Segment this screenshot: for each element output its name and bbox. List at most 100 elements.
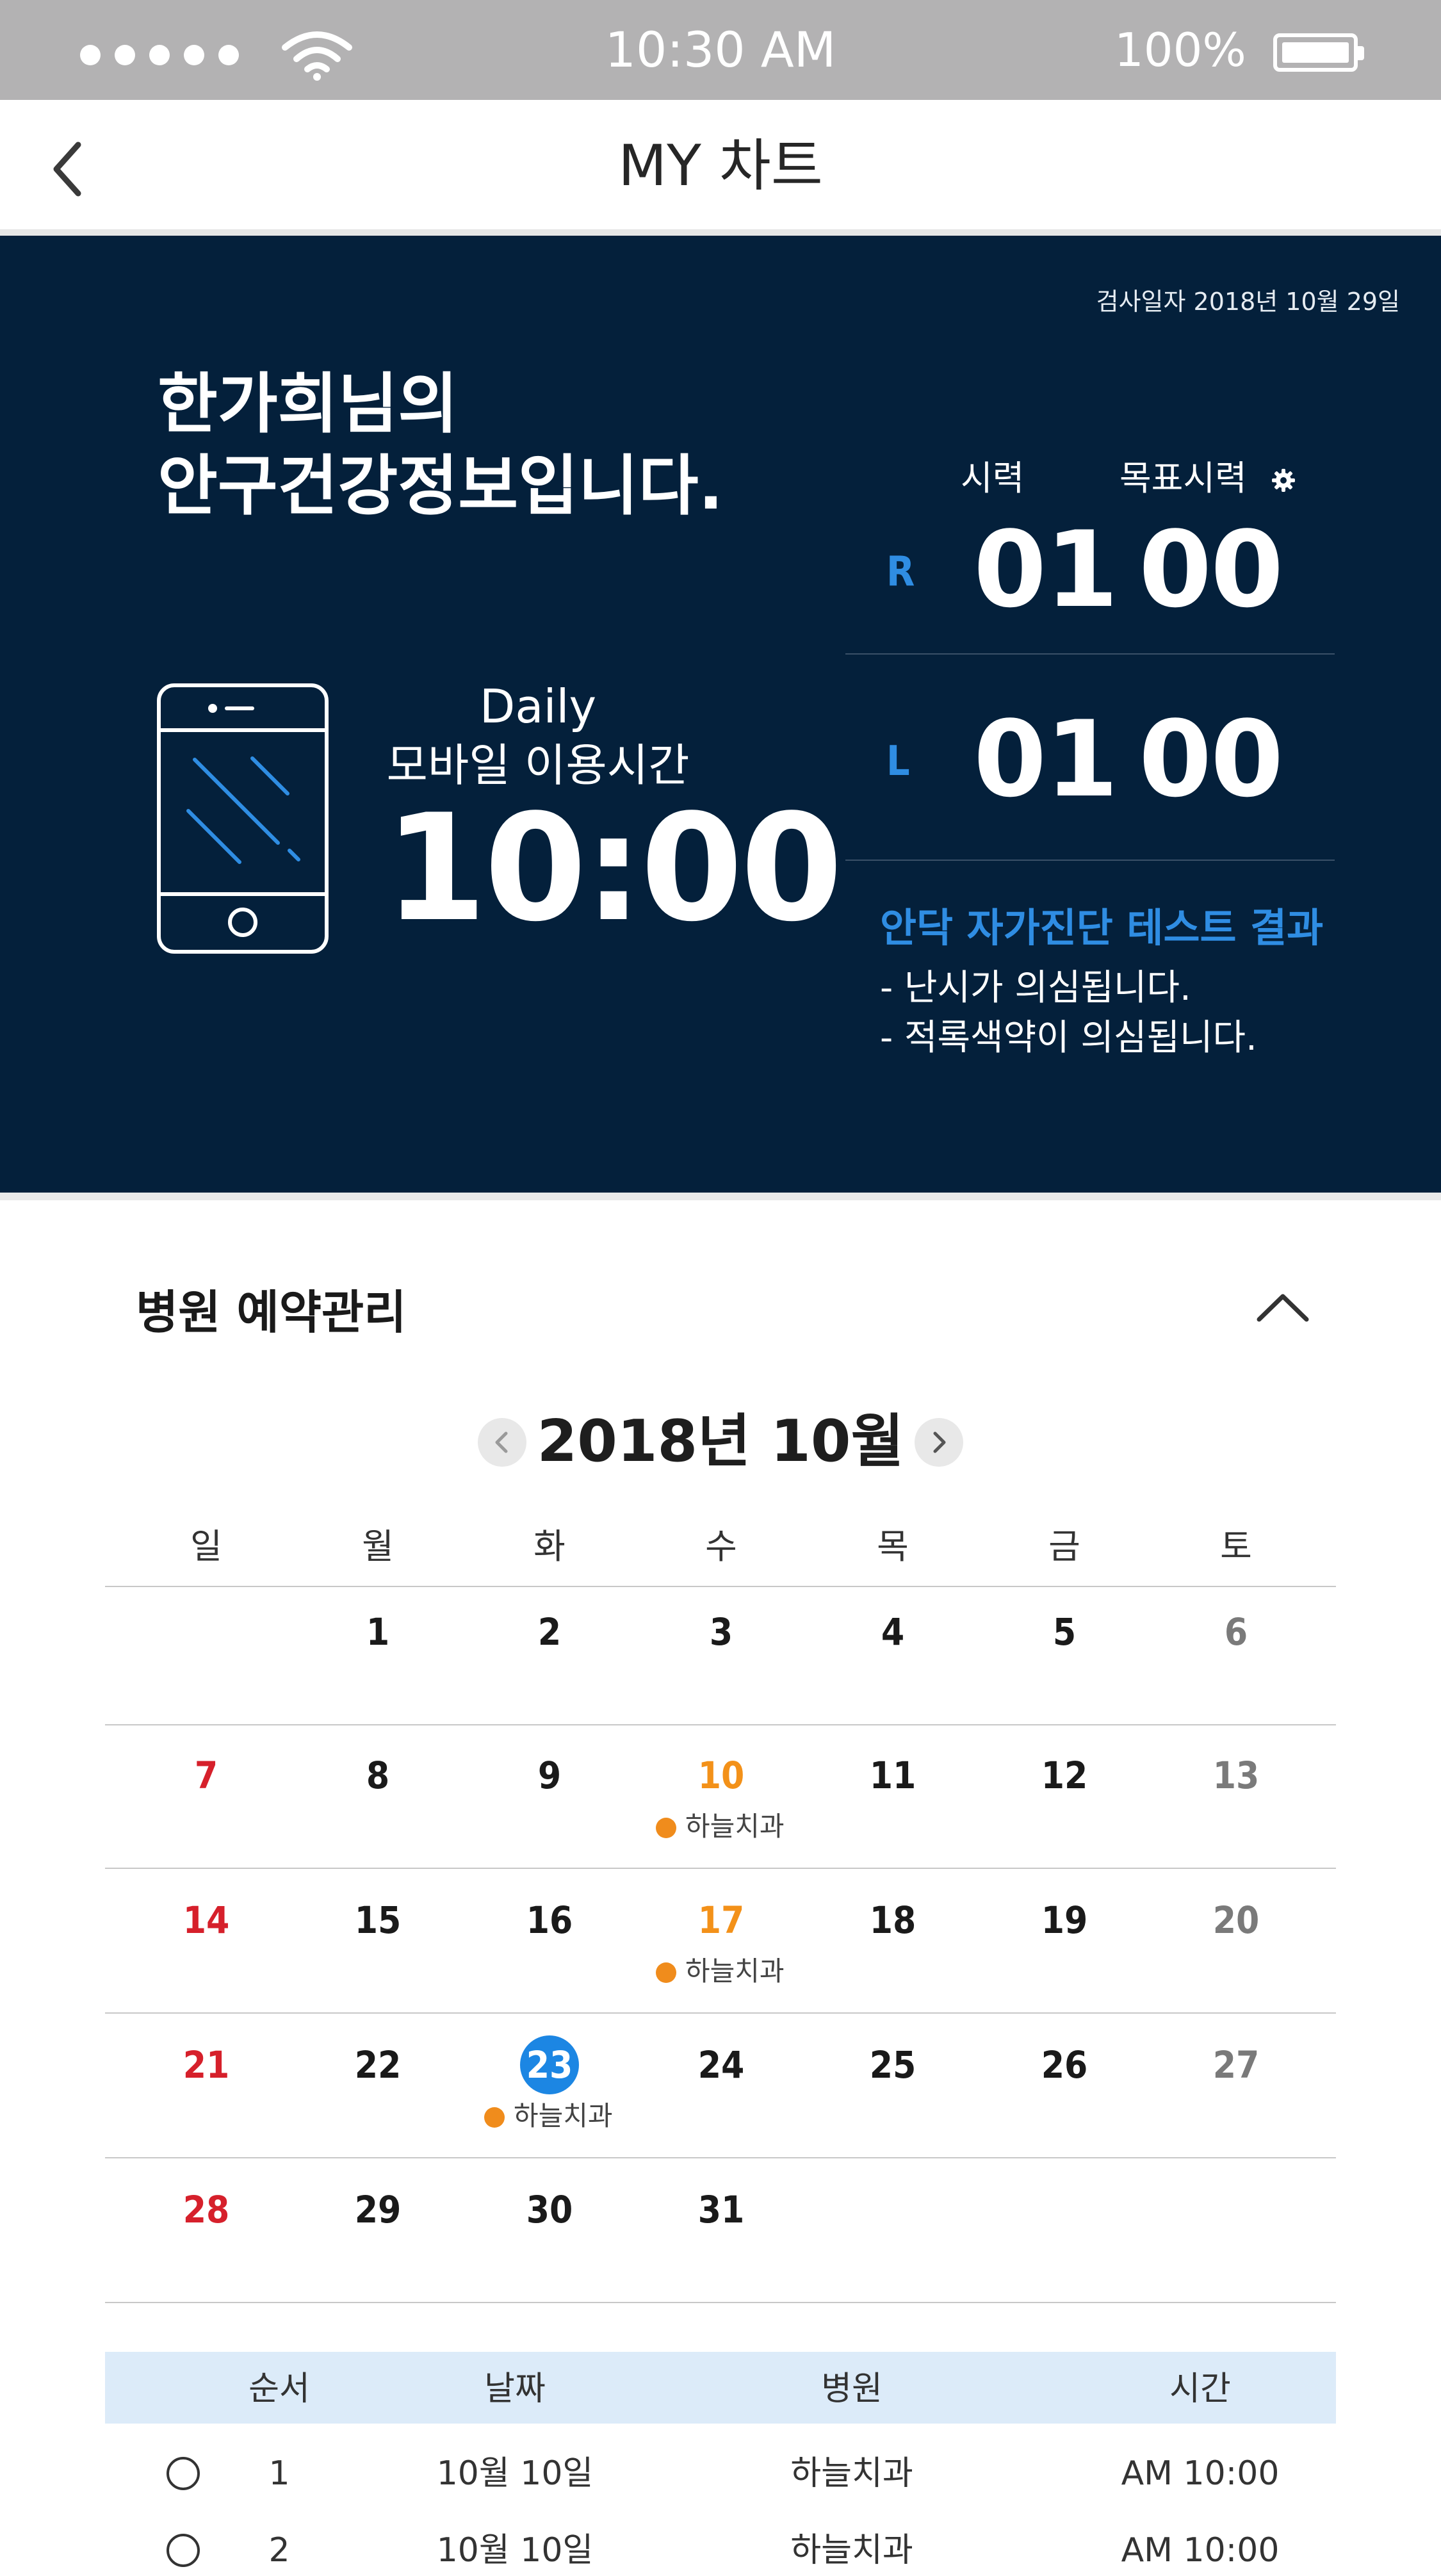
test-result-line: - 적록색약이 의심됩니다.: [880, 1017, 1257, 1059]
calendar-divider: [105, 1724, 1336, 1725]
event-label: 하늘치과: [685, 1955, 785, 1987]
calendar-divider: [105, 2012, 1336, 2014]
section-title: 병원 예약관리: [136, 1285, 407, 1339]
calendar-divider: [105, 1586, 1336, 1587]
weekday-thu: 목: [877, 1526, 909, 1567]
appointment-event[interactable]: 하늘치과: [656, 1805, 785, 1844]
calendar-day[interactable]: 27: [1150, 2039, 1322, 2091]
calendar-day[interactable]: 15: [292, 1895, 464, 1946]
weekday-mon: 월: [362, 1526, 394, 1567]
left-eye-target: 00: [1139, 698, 1283, 820]
calendar-day[interactable]: 17: [635, 1895, 807, 1946]
greeting-line-2: 안구건강정보입니다.: [158, 448, 724, 525]
weekday-sun: 일: [190, 1526, 222, 1567]
calendar-day[interactable]: 7: [120, 1750, 292, 1801]
column-header-order: 순서: [248, 2370, 310, 2408]
calendar-day[interactable]: 18: [807, 1895, 979, 1946]
greeting: 한가희님의 안구건강정보입니다.: [158, 364, 723, 528]
appointment-event[interactable]: 하늘치과: [656, 1950, 785, 1989]
weekday-sat: 토: [1220, 1526, 1252, 1567]
calendar-day[interactable]: 30: [464, 2184, 635, 2235]
section-divider: [0, 1193, 1441, 1200]
row-time: AM 10:00: [1121, 2531, 1280, 2570]
smartphone-icon: [157, 683, 329, 954]
calendar-day[interactable]: 22: [292, 2039, 464, 2091]
target-vision-header: 목표시력: [1119, 458, 1247, 498]
calendar-day[interactable]: 12: [979, 1750, 1150, 1801]
row-order: 1: [268, 2454, 290, 2493]
calendar-day[interactable]: 11: [807, 1750, 979, 1801]
calendar-day[interactable]: 31: [635, 2184, 807, 2235]
calendar-day[interactable]: 8: [292, 1750, 464, 1801]
calendar-day[interactable]: 2: [464, 1606, 635, 1658]
calendar-day[interactable]: 5: [979, 1606, 1150, 1658]
row-date: 10월 10일: [436, 2454, 594, 2493]
calendar-day[interactable]: 19: [979, 1895, 1150, 1946]
calendar-day[interactable]: 23: [464, 2035, 635, 2094]
event-dot-icon: [656, 1818, 676, 1838]
weekday-tue: 화: [533, 1526, 566, 1567]
calendar-day[interactable]: 24: [635, 2039, 807, 2091]
weekday-fri: 금: [1048, 1526, 1080, 1567]
status-bar: 10:30 AM 100%: [0, 0, 1441, 100]
calendar-divider: [105, 2157, 1336, 2158]
nav-bar: MY 차트: [0, 100, 1441, 236]
test-result-title: 안닥 자가진단 테스트 결과: [880, 904, 1324, 951]
calendar-day[interactable]: 9: [464, 1750, 635, 1801]
appointment-event[interactable]: 하늘치과: [484, 2094, 613, 2133]
row-hospital: 하늘치과: [790, 2531, 913, 2570]
month-title: 2018년 10월: [537, 1408, 904, 1475]
vision-header: 시력: [961, 458, 1025, 498]
divider: [845, 860, 1335, 861]
calendar-day[interactable]: 25: [807, 2039, 979, 2091]
weekday-wed: 수: [705, 1526, 737, 1567]
row-hospital: 하늘치과: [790, 2454, 913, 2493]
event-label: 하늘치과: [514, 2100, 613, 2132]
calendar-day[interactable]: 16: [464, 1895, 635, 1946]
next-month-button[interactable]: [915, 1418, 963, 1467]
calendar-day[interactable]: 6: [1150, 1606, 1322, 1658]
calendar-day[interactable]: 13: [1150, 1750, 1322, 1801]
right-eye-label: R: [886, 548, 915, 596]
left-eye-vision: 01: [973, 698, 1118, 820]
page-title: MY 차트: [618, 133, 823, 199]
calendar-day[interactable]: 26: [979, 2039, 1150, 2091]
column-header-hospital: 병원: [821, 2370, 883, 2408]
row-select-radio[interactable]: [167, 2534, 200, 2567]
divider: [845, 653, 1335, 655]
exam-date: 검사일자 2018년 10월 29일: [1096, 288, 1400, 316]
event-dot-icon: [656, 1962, 676, 1983]
calendar-divider: [105, 2302, 1336, 2303]
calendar-day[interactable]: 1: [292, 1606, 464, 1658]
calendar-day[interactable]: 14: [120, 1895, 292, 1946]
right-eye-vision: 01: [973, 509, 1118, 631]
event-dot-icon: [484, 2107, 505, 2128]
event-label: 하늘치과: [685, 1811, 785, 1842]
row-time: AM 10:00: [1121, 2454, 1280, 2493]
chevron-right-icon: [933, 1431, 946, 1453]
calendar-day[interactable]: 28: [120, 2184, 292, 2235]
gear-icon[interactable]: [1271, 468, 1296, 493]
calendar-divider: [105, 1868, 1336, 1869]
calendar-day[interactable]: 3: [635, 1606, 807, 1658]
calendar-day[interactable]: 20: [1150, 1895, 1322, 1946]
right-eye-target: 00: [1139, 509, 1283, 631]
daily-label: Daily: [479, 680, 597, 733]
chevron-up-icon[interactable]: [1255, 1287, 1310, 1326]
test-result-line: - 난시가 의심됩니다.: [880, 967, 1191, 1009]
row-date: 10월 10일: [436, 2531, 594, 2570]
eye-health-summary: 검사일자 2018년 10월 29일 한가희님의 안구건강정보입니다. Dail…: [0, 236, 1441, 1193]
row-order: 2: [268, 2531, 290, 2570]
calendar-day[interactable]: 21: [120, 2039, 292, 2091]
column-header-date: 날짜: [484, 2370, 546, 2408]
column-header-time: 시간: [1169, 2370, 1231, 2408]
row-select-radio[interactable]: [167, 2457, 200, 2490]
selected-day[interactable]: 23: [520, 2035, 579, 2094]
calendar-day[interactable]: 10: [635, 1750, 807, 1801]
battery-percent: 100%: [1114, 23, 1246, 77]
calendar-day[interactable]: 29: [292, 2184, 464, 2235]
left-eye-label: L: [886, 738, 910, 785]
calendar-day[interactable]: 4: [807, 1606, 979, 1658]
mobile-usage-time: 10:00: [384, 783, 843, 954]
battery-icon: [1273, 33, 1364, 72]
